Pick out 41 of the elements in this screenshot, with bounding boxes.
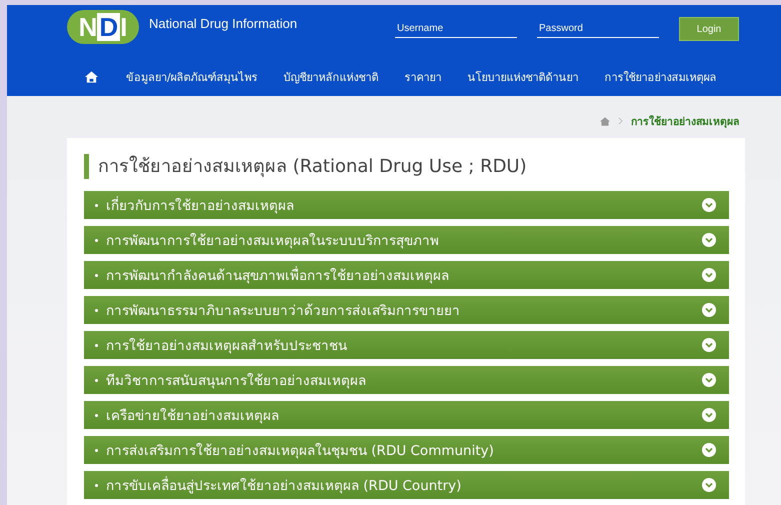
accordion-header[interactable]: ทีมวิชาการสนับสนุนการใช้ยาอย่างสมเหตุผล — [84, 366, 729, 394]
chevron-down-icon — [702, 373, 716, 387]
chevron-down-icon — [702, 478, 716, 492]
chevron-down-icon — [702, 268, 716, 282]
chevron-down-icon — [702, 443, 716, 457]
nav-link[interactable]: บัญชียาหลักแห่งชาติ — [284, 68, 379, 86]
chevron-down-icon — [702, 408, 716, 422]
username-field[interactable]: Username — [395, 20, 517, 38]
chevron-down-icon — [702, 233, 716, 247]
chevron-icon — [618, 117, 623, 125]
breadcrumb-link[interactable]: การใช้ยาอย่างสมเหตุผล — [631, 112, 739, 130]
bullet-icon — [95, 204, 98, 206]
bullet-icon — [95, 238, 98, 242]
nav-link[interactable]: ข้อมูลยา/ผลิตภัณฑ์สมุนไพร — [126, 68, 258, 86]
accordion-header[interactable]: การใช้ยาอย่างสมเหตุผลสำหรับประชาชน — [84, 331, 729, 359]
chevron-down-icon — [702, 303, 716, 317]
login-button[interactable]: Login — [679, 17, 739, 41]
accordion-header[interactable]: การส่งเสริมการใช้ยาอย่างสมเหตุผลในชุมชน (RDU Community) — [84, 436, 729, 464]
bullet-icon — [95, 274, 98, 276]
site-title: National Drug Information — [149, 16, 298, 31]
accordion-header[interactable]: การพัฒนาธรรมาภิบาลระบบยาว่าด้วยการส่งเสริมการขายยา — [84, 296, 729, 324]
nav-link[interactable]: นโยบายแห่งชาติด้านยา — [468, 68, 579, 86]
bullet-icon — [95, 344, 98, 346]
accordion-header[interactable]: การขับเคลื่อนสู่ประเทศใช้ยาอย่างสมเหตุผล (RDU Country) — [84, 471, 729, 499]
accordion-header[interactable]: การพัฒนากำลังคนด้านสุขภาพเพื่อการใช้ยาอย่างสมเหตุผล — [84, 261, 729, 289]
nav-link[interactable]: การใช้ยาอย่างสมเหตุผล — [604, 68, 717, 86]
accordion-header[interactable]: เกี่ยวกับการใช้ยาอย่างสมเหตุผล — [84, 191, 729, 219]
nav-link[interactable]: ราคายา — [404, 68, 442, 86]
page-title: การใช้ยาอย่างสมเหตุผล (Rational Drug Use ; RDU) — [84, 154, 729, 179]
bullet-icon — [95, 378, 98, 382]
bullet-icon — [95, 308, 98, 312]
accordion-header[interactable]: เครือข่ายใช้ยาอย่างสมเหตุผล — [84, 401, 729, 429]
accordion-header[interactable]: การพัฒนาการใช้ยาอย่างสมเหตุผลในระบบบริการสุขภาพ — [84, 226, 729, 254]
chevron-down-icon — [702, 338, 716, 352]
password-field[interactable]: Password — [537, 20, 659, 38]
home-icon[interactable] — [85, 70, 98, 82]
bullet-icon — [95, 484, 98, 486]
bullet-icon — [95, 414, 98, 416]
chevron-down-icon — [702, 198, 716, 212]
bullet-icon — [95, 448, 98, 452]
logo: NDI — [67, 10, 139, 44]
